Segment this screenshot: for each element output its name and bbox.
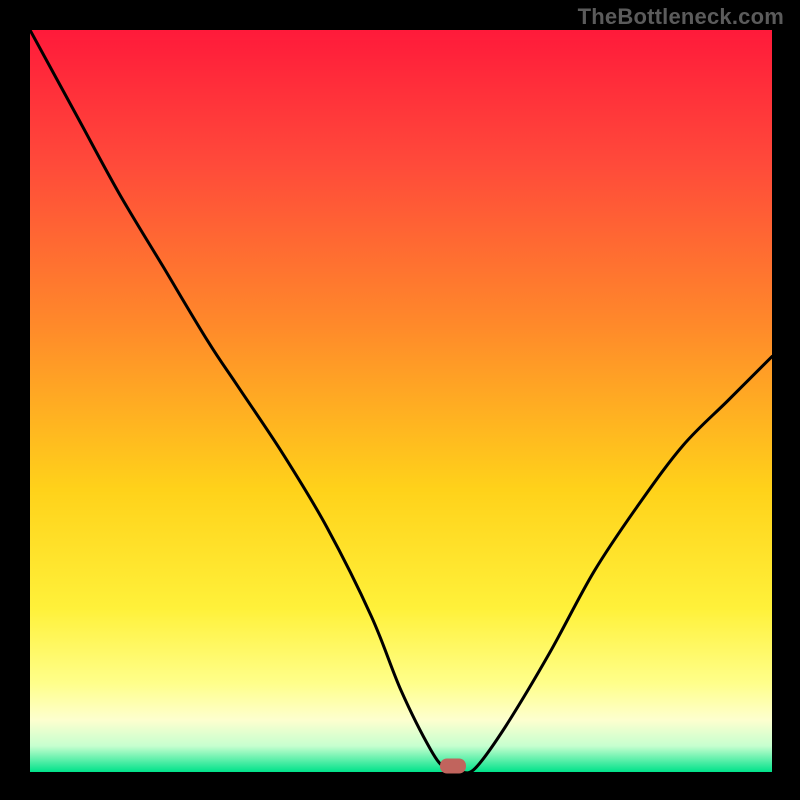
watermark-text: TheBottleneck.com	[578, 4, 784, 30]
optimum-marker	[440, 759, 466, 774]
gradient-background	[30, 30, 772, 772]
plot-area	[30, 30, 772, 772]
chart-frame: TheBottleneck.com	[0, 0, 800, 800]
plot-svg	[30, 30, 772, 772]
